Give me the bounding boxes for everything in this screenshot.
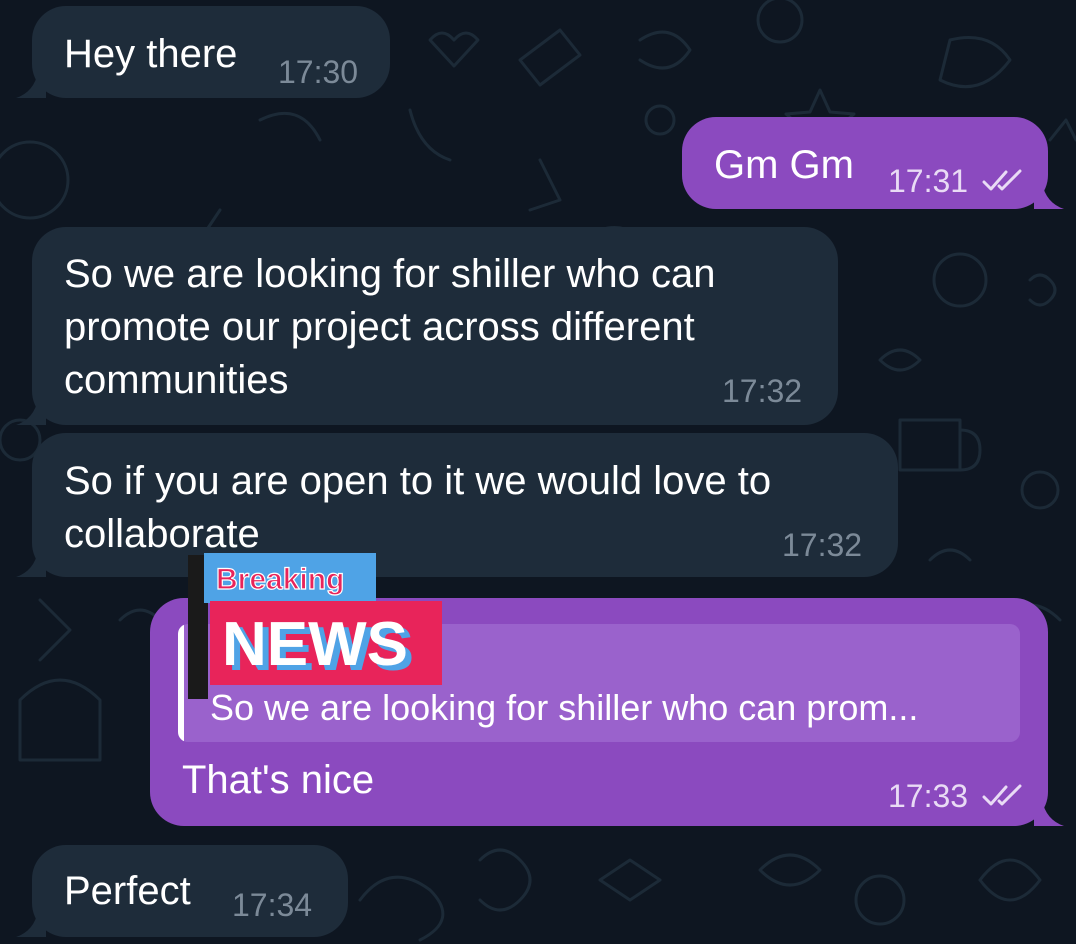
message-text-line: So if you are open to it we would love t… (64, 459, 772, 503)
message-bubble-incoming[interactable]: Perfect 17:34 (16, 845, 348, 937)
bubble-tail (16, 551, 46, 577)
double-check-icon (982, 784, 1022, 806)
message-time: 17:30 (278, 54, 359, 90)
message-text-line: So we are looking for shiller who can (64, 252, 716, 296)
message-time: 17:33 (888, 778, 969, 814)
message-text: Perfect (64, 869, 191, 913)
message-bubble-incoming[interactable]: Hey there 17:30 (16, 6, 390, 98)
message-text-line: communities (64, 358, 289, 402)
sticker-bottom-word: NEWS (222, 610, 408, 679)
bubble-tail (16, 399, 46, 425)
bubble-tail (1034, 800, 1064, 826)
message-time: 17:31 (888, 163, 969, 199)
message-text: Gm Gm (714, 143, 854, 187)
bubble-tail (16, 911, 46, 937)
reply-quote-bar (178, 624, 184, 742)
message-bubble-incoming[interactable]: So if you are open to it we would love t… (16, 433, 898, 577)
breaking-news-sticker: Breaking NEWS NEWS (188, 553, 442, 699)
bubble-tail (16, 72, 46, 98)
message-text: That's nice (182, 758, 375, 802)
sticker-top-word: Breaking (216, 563, 344, 596)
message-text: Hey there (64, 32, 238, 76)
double-check-icon (982, 169, 1022, 191)
message-time: 17:32 (722, 373, 803, 409)
message-text-line: promote our project across different (64, 305, 695, 349)
message-time: 17:34 (232, 887, 313, 923)
message-bubble-incoming[interactable]: So we are looking for shiller who can pr… (16, 227, 838, 425)
bubble-tail (1034, 183, 1064, 209)
message-time: 17:32 (782, 527, 863, 563)
message-bubble-outgoing[interactable]: Gm Gm 17:31 (682, 117, 1064, 209)
